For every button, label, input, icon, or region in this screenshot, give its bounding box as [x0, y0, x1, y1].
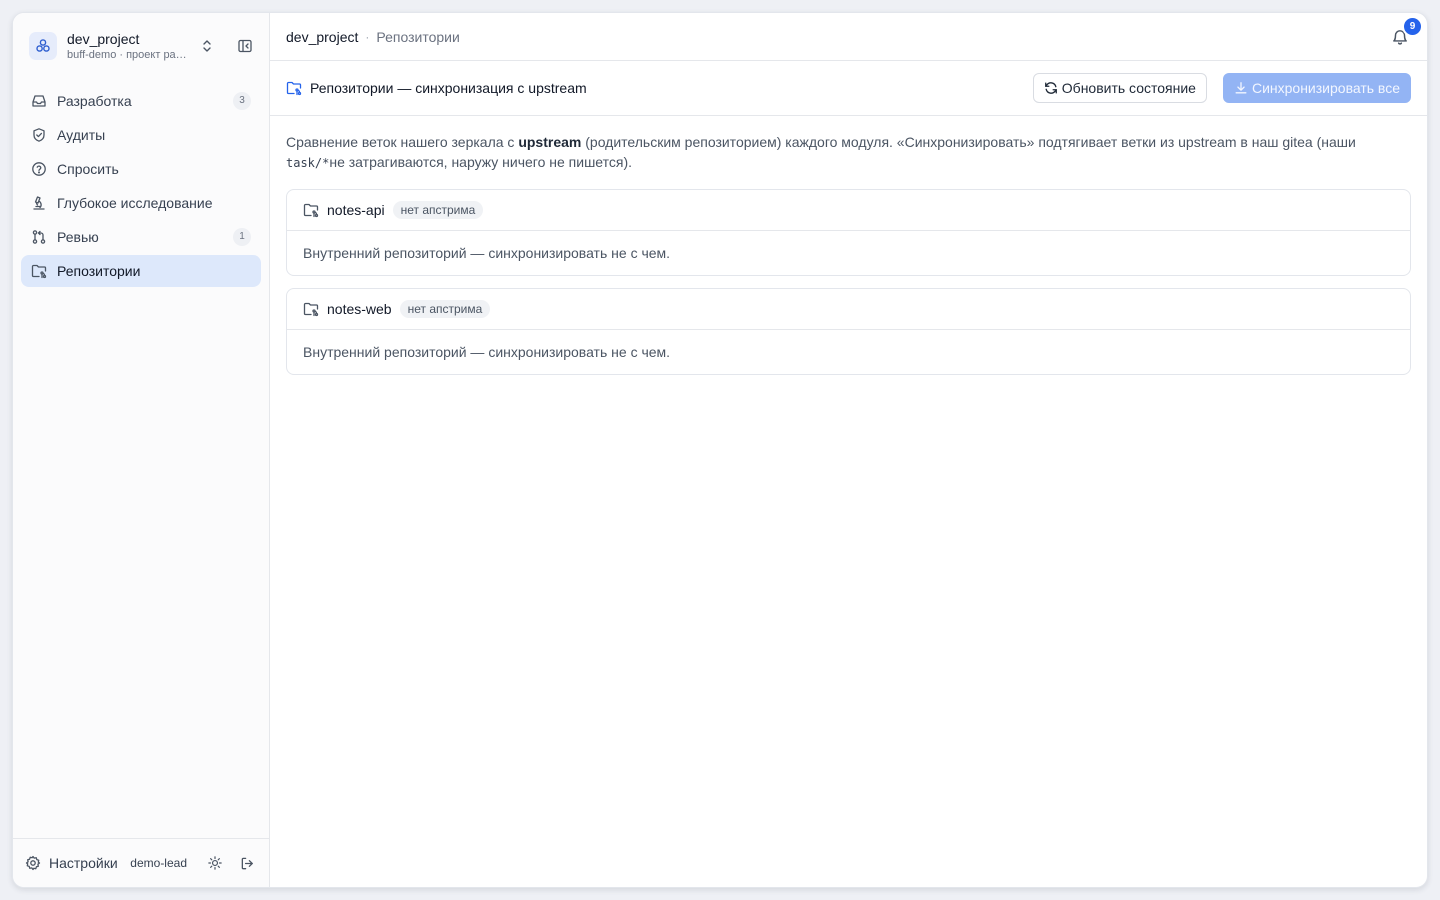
refresh-status-button[interactable]: Обновить состояние: [1032, 73, 1207, 103]
intro-bold: upstream: [518, 134, 582, 150]
sidebar-item-label: Репозитории: [57, 263, 141, 279]
git-pull-request-icon: [31, 229, 47, 245]
settings-link[interactable]: Настройки: [25, 855, 122, 871]
folder-git-icon: [303, 301, 319, 317]
intro-code: task/*: [286, 156, 330, 170]
repo-card-header: notes-web нет апстрима: [287, 289, 1410, 330]
sidebar-item-repositories[interactable]: Репозитории: [21, 255, 261, 287]
breadcrumb-project[interactable]: dev_project: [286, 29, 358, 45]
sun-icon[interactable]: [205, 853, 225, 873]
logout-icon[interactable]: [237, 853, 257, 873]
gear-icon: [25, 855, 41, 871]
notifications-badge: 9: [1402, 15, 1423, 37]
download-icon: [1234, 81, 1248, 95]
project-logo-icon: [29, 32, 57, 60]
current-user: demo-lead: [130, 856, 187, 870]
repo-card: notes-web нет апстрима Внутренний репози…: [286, 288, 1411, 375]
sidebar-item-count: 3: [233, 92, 251, 110]
repo-status-badge: нет апстрима: [392, 201, 484, 219]
notifications-button[interactable]: 9: [1389, 15, 1423, 48]
repo-message: Внутренний репозиторий — синхронизироват…: [303, 245, 671, 261]
repo-name: notes-web: [327, 301, 392, 317]
project-subtitle: buff-demo · проект разр...: [67, 48, 189, 61]
sidebar-item-deep-research[interactable]: Глубокое исследование: [21, 187, 261, 219]
sidebar-item-development[interactable]: Разработка 3: [21, 85, 261, 117]
project-info: dev_project buff-demo · проект разр...: [67, 30, 189, 63]
intro-part1: Сравнение веток нашего зеркала с: [286, 134, 519, 150]
sidebar-item-label: Ревью: [57, 229, 99, 245]
sync-all-label: Синхронизировать все: [1251, 80, 1400, 96]
sidebar-item-audits[interactable]: Аудиты: [21, 119, 261, 151]
sidebar-item-label: Глубокое исследование: [57, 195, 213, 211]
project-switcher[interactable]: dev_project buff-demo · проект разр...: [13, 13, 269, 79]
shield-check-icon: [31, 127, 47, 143]
sidebar-item-label: Спросить: [57, 161, 119, 177]
sidebar-nav: Разработка 3 Аудиты Спросить Глубокое ис…: [13, 79, 269, 293]
page-content: Сравнение веток нашего зеркала с upstrea…: [270, 116, 1427, 391]
sidebar-item-label: Аудиты: [57, 127, 106, 143]
intro-part3: не затрагиваются, наружу ничего не пишет…: [329, 154, 633, 170]
folder-git-icon: [31, 263, 47, 279]
breadcrumb-page: Репозитории: [376, 28, 460, 45]
repo-status-badge: нет апстрима: [399, 300, 491, 318]
settings-label: Настройки: [49, 855, 118, 871]
sidebar-footer: Настройки demo-lead: [13, 838, 269, 887]
repo-card: notes-api нет апстрима Внутренний репози…: [286, 189, 1411, 276]
folder-git-icon: [286, 80, 302, 96]
inbox-icon: [31, 93, 47, 109]
chevrons-up-down-icon[interactable]: [199, 38, 215, 54]
intro-text: Сравнение веток нашего зеркала с upstrea…: [286, 132, 1411, 173]
refresh-icon: [1044, 81, 1058, 95]
help-circle-icon: [31, 161, 47, 177]
page-title: Репозитории — синхронизация с upstream: [310, 80, 587, 96]
sidebar: dev_project buff-demo · проект разр... Р…: [13, 13, 270, 887]
refresh-status-label: Обновить состояние: [1061, 80, 1196, 96]
sidebar-collapse-icon[interactable]: [235, 36, 255, 56]
project-name: dev_project: [67, 30, 140, 47]
topbar: dev_project · Репозитории 9: [270, 13, 1427, 61]
microscope-icon: [31, 195, 47, 211]
repo-message: Внутренний репозиторий — синхронизироват…: [303, 344, 671, 360]
intro-part2: (родительским репозиторием) каждого моду…: [581, 134, 1356, 150]
main-area: dev_project · Репозитории 9 Репозитории …: [270, 13, 1427, 887]
repo-card-header: notes-api нет апстрима: [287, 190, 1410, 231]
sidebar-item-ask[interactable]: Спросить: [21, 153, 261, 185]
sidebar-item-count: 1: [233, 228, 251, 246]
sidebar-item-review[interactable]: Ревью 1: [21, 221, 261, 253]
sidebar-item-label: Разработка: [57, 93, 132, 109]
app-window: dev_project buff-demo · проект разр... Р…: [12, 12, 1428, 888]
repo-name: notes-api: [327, 202, 385, 218]
folder-git-icon: [303, 202, 319, 218]
sync-all-button[interactable]: Синхронизировать все: [1222, 73, 1411, 103]
breadcrumb-separator: ·: [365, 29, 370, 44]
page-header: Репозитории — синхронизация с upstream О…: [270, 61, 1427, 116]
